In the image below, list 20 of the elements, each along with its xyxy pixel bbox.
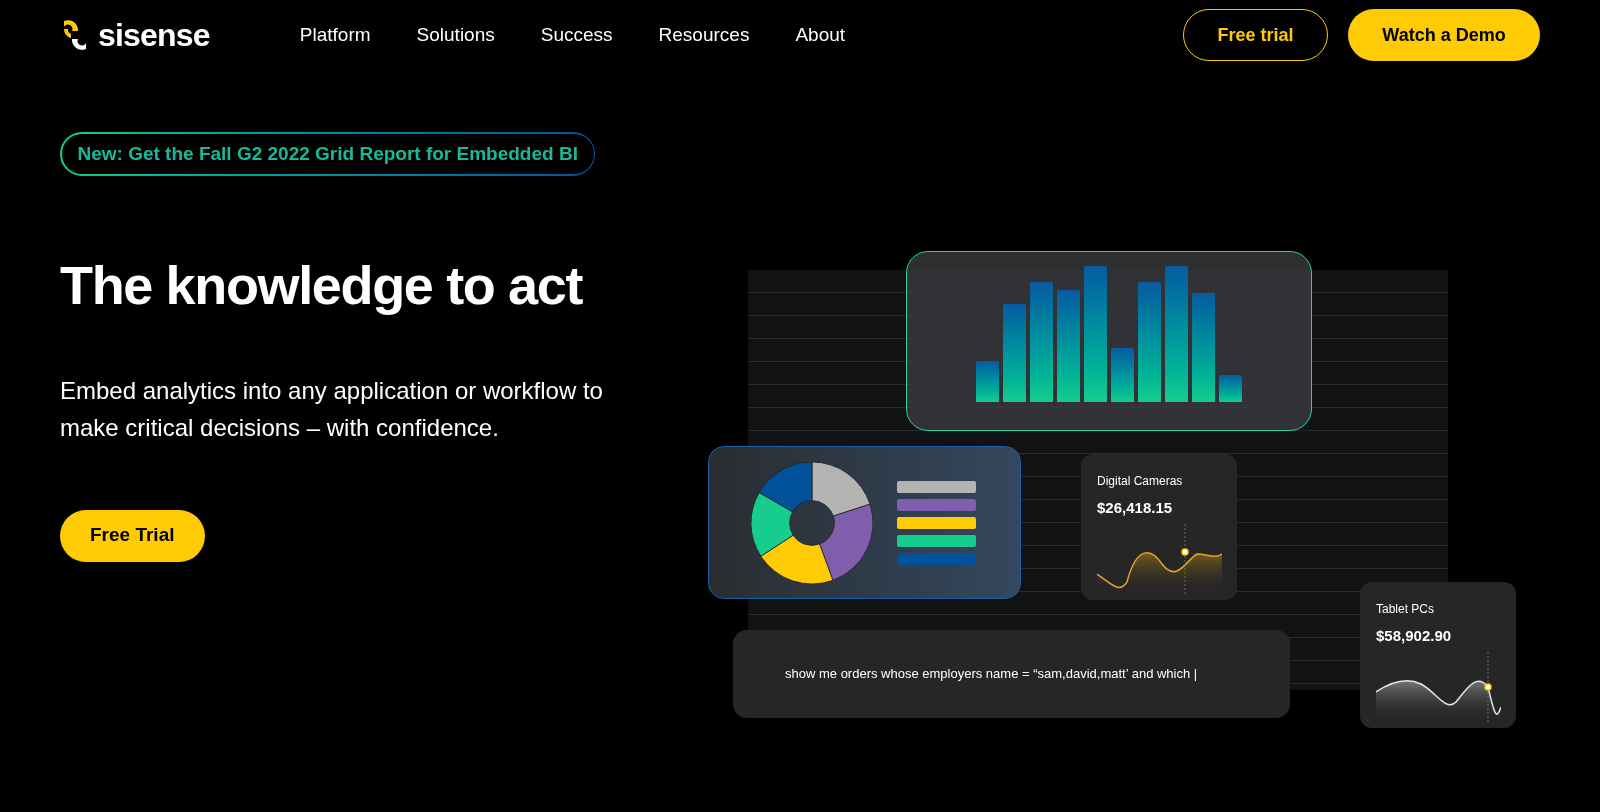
free-trial-cta[interactable]: Free Trial	[60, 509, 205, 562]
chart-bar	[1111, 347, 1134, 402]
logo-wordmark[interactable]: sisense	[98, 19, 210, 51]
widget-title: Tablet PCs	[1376, 602, 1436, 617]
chart-bar	[1219, 374, 1242, 402]
widget-title: Digital Cameras	[1097, 474, 1184, 489]
chart-bar	[976, 361, 999, 402]
nav-link[interactable]: About	[795, 20, 846, 50]
query-box[interactable]: show me orders whose employers name = “sam,david,matt’ and which |	[733, 630, 1290, 718]
widget-value: $26,418.15	[1097, 498, 1174, 518]
hero-title: The knowledge to act	[60, 254, 584, 317]
nav-link[interactable]: Platform	[299, 20, 371, 50]
nav-link[interactable]: Resources	[658, 20, 750, 50]
query-text: show me orders whose employers name = “sam,david,matt’ and which |	[785, 665, 1198, 684]
nav-link[interactable]: Success	[540, 20, 613, 50]
hero-subtitle: Embed analytics into any application or workflow to make critical decisions – with confidence.	[60, 375, 604, 443]
nav-link[interactable]: Solutions	[416, 20, 495, 50]
announcement-link[interactable]: New: Get the Fall G2 2022 Grid Report for Embedded BI	[61, 133, 594, 174]
demo-button[interactable]: Watch a Demo	[1348, 9, 1540, 61]
widget-value: $58,902.90	[1376, 626, 1453, 646]
